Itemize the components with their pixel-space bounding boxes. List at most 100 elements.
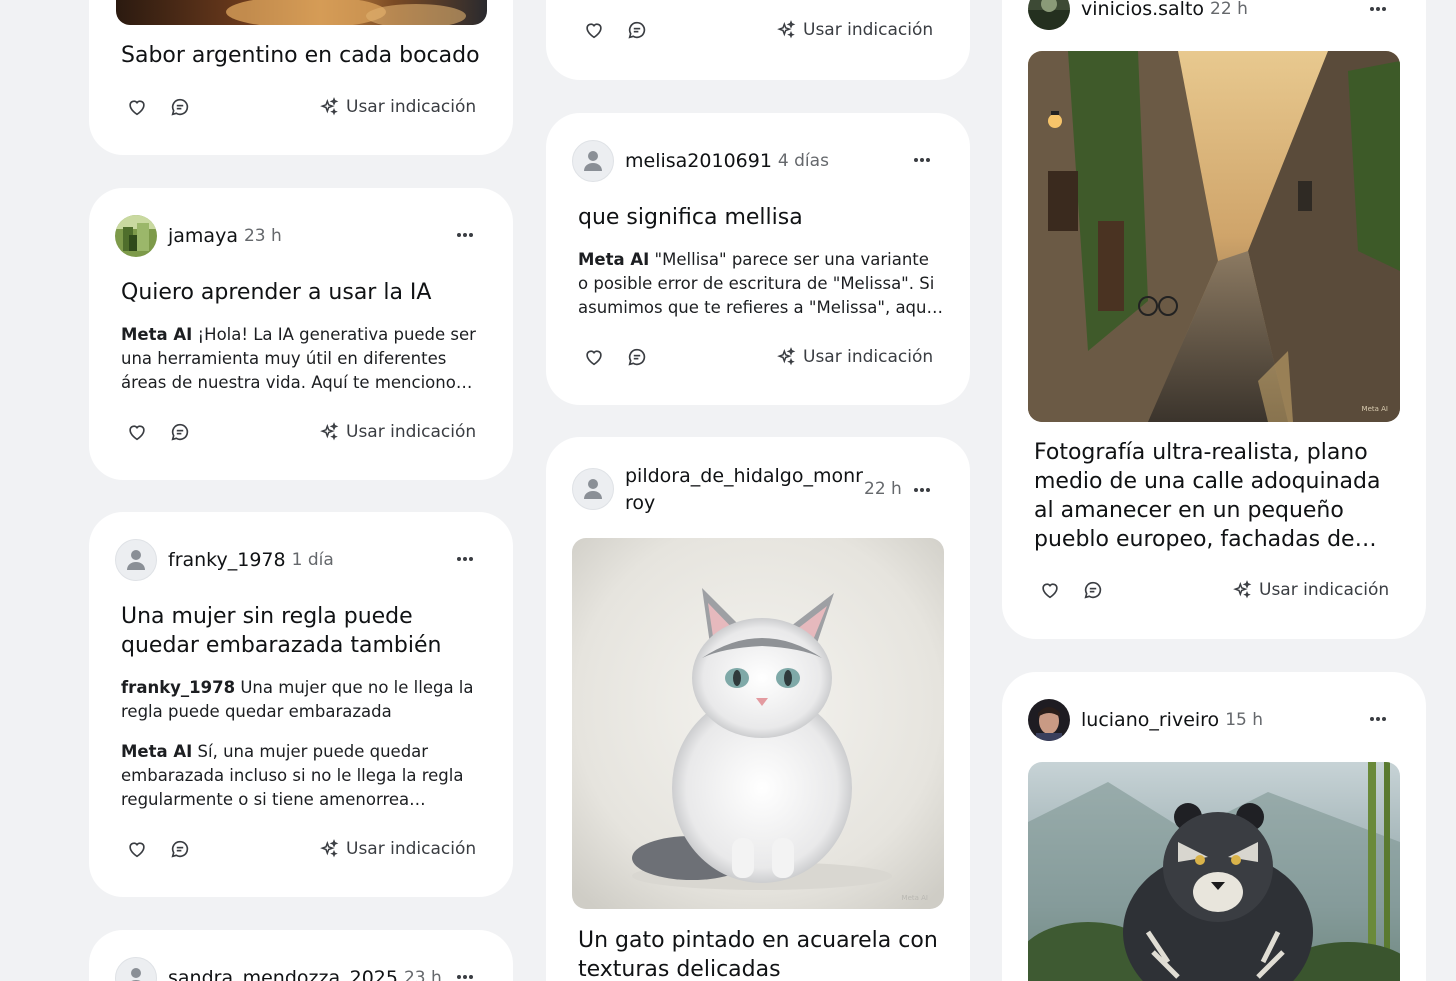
avatar[interactable] bbox=[572, 140, 614, 182]
post-title: Quiero aprender a usar la IA bbox=[121, 280, 432, 305]
comment-icon bbox=[171, 98, 189, 116]
post-actions: Usar indicación bbox=[1038, 575, 1389, 605]
like-button[interactable] bbox=[125, 420, 149, 444]
post-card[interactable]: Usar indicación bbox=[546, 0, 970, 80]
comment-button[interactable] bbox=[168, 95, 192, 119]
more-options-button[interactable] bbox=[452, 225, 478, 245]
comment-button[interactable] bbox=[168, 837, 192, 861]
post-time: 22 h bbox=[864, 479, 902, 499]
user-icon bbox=[584, 479, 602, 499]
use-prompt-button[interactable]: Usar indicación bbox=[1232, 575, 1389, 605]
like-button[interactable] bbox=[125, 95, 149, 119]
username[interactable]: pildora_de_hidalgo_monr roy bbox=[625, 463, 863, 517]
heart-icon bbox=[586, 23, 602, 39]
user-icon bbox=[584, 151, 602, 171]
ai-name: Meta AI bbox=[121, 742, 193, 761]
sparkle-icon bbox=[320, 97, 339, 116]
use-prompt-label: Usar indicación bbox=[346, 422, 477, 442]
use-prompt-button[interactable]: Usar indicación bbox=[319, 92, 476, 122]
post-header: sandra_mendozza_2025 23 h bbox=[115, 956, 442, 981]
comment-button[interactable] bbox=[625, 345, 649, 369]
comment-icon bbox=[1084, 581, 1102, 599]
post-time: 15 h bbox=[1225, 710, 1263, 730]
post-title: Una mujer sin regla puede quedar embaraz… bbox=[121, 604, 442, 658]
use-prompt-label: Usar indicación bbox=[803, 20, 934, 40]
post-card[interactable]: franky_1978 1 día Una mujer sin regla pu… bbox=[89, 512, 513, 897]
use-prompt-button[interactable]: Usar indicación bbox=[319, 834, 476, 864]
heart-icon bbox=[129, 425, 145, 441]
post-title: Un gato pintado en acuarela con texturas… bbox=[578, 928, 938, 981]
post-actions: Usar indicación bbox=[582, 15, 933, 45]
sparkle-icon bbox=[777, 347, 796, 366]
username[interactable]: vinicios.salto bbox=[1081, 0, 1204, 20]
post-image[interactable]: Meta AI bbox=[572, 538, 944, 909]
post-actions: Usar indicación bbox=[125, 92, 476, 122]
more-options-button[interactable] bbox=[452, 967, 478, 981]
user-prompt: franky_1978 Una mujer que no le llega la… bbox=[121, 676, 486, 724]
post-card[interactable]: jamaya 23 h Quiero aprender a usar la IA… bbox=[89, 188, 513, 480]
post-card[interactable]: melisa2010691 4 días que significa melli… bbox=[546, 113, 970, 405]
post-actions: Usar indicación bbox=[582, 342, 933, 372]
more-options-button[interactable] bbox=[1365, 0, 1391, 19]
like-button[interactable] bbox=[125, 837, 149, 861]
watermark: Meta AI bbox=[1362, 405, 1388, 413]
post-title: Fotografía ultra-realista, plano medio d… bbox=[1034, 440, 1381, 552]
user-icon bbox=[127, 550, 145, 570]
post-title: Sabor argentino en cada bocado bbox=[121, 43, 480, 68]
post-image[interactable] bbox=[116, 0, 487, 25]
avatar[interactable] bbox=[115, 215, 157, 257]
ai-response: Meta AI "Mellisa" parece ser una variant… bbox=[578, 248, 943, 320]
post-time: 23 h bbox=[243, 226, 282, 246]
sparkle-icon bbox=[320, 839, 339, 858]
avatar[interactable] bbox=[1028, 0, 1070, 30]
post-time: 1 día bbox=[291, 550, 334, 570]
post-time: 23 h bbox=[403, 968, 442, 981]
ai-name: Meta AI bbox=[121, 325, 193, 344]
like-button[interactable] bbox=[582, 345, 606, 369]
post-card[interactable]: pildora_de_hidalgo_monr roy 22 h Meta AI… bbox=[546, 437, 970, 981]
ai-response: Meta AI ¡Hola! La IA generativa puede se… bbox=[121, 323, 486, 395]
comment-icon bbox=[628, 21, 646, 39]
post-card[interactable]: Sabor argentino en cada bocado Usar indi… bbox=[89, 0, 513, 155]
like-button[interactable] bbox=[1038, 578, 1062, 602]
comment-icon bbox=[171, 423, 189, 441]
use-prompt-label: Usar indicación bbox=[803, 347, 934, 367]
post-image[interactable] bbox=[1028, 762, 1400, 981]
post-time: 4 días bbox=[777, 151, 829, 171]
more-options-button[interactable] bbox=[452, 549, 478, 569]
sparkle-icon bbox=[320, 422, 339, 441]
username[interactable]: jamaya bbox=[168, 225, 238, 247]
avatar[interactable] bbox=[1028, 699, 1070, 741]
post-header: vinicios.salto 22 h bbox=[1028, 0, 1248, 31]
user-icon bbox=[131, 968, 141, 981]
post-image[interactable]: Meta AI bbox=[1028, 51, 1400, 422]
username[interactable]: franky_1978 bbox=[168, 549, 286, 571]
more-options-button[interactable] bbox=[909, 150, 935, 170]
username[interactable]: luciano_riveiro bbox=[1081, 709, 1219, 731]
like-button[interactable] bbox=[582, 18, 606, 42]
post-header: franky_1978 1 día bbox=[115, 538, 334, 582]
use-prompt-label: Usar indicación bbox=[346, 97, 477, 117]
post-card[interactable]: luciano_riveiro 15 h bbox=[1002, 672, 1426, 981]
avatar[interactable] bbox=[115, 957, 157, 981]
username[interactable]: melisa2010691 bbox=[625, 150, 772, 172]
username[interactable]: sandra_mendozza_2025 bbox=[168, 967, 398, 981]
heart-icon bbox=[586, 350, 602, 366]
comment-button[interactable] bbox=[625, 18, 649, 42]
post-time: 22 h bbox=[1210, 0, 1248, 19]
username-line: roy bbox=[625, 492, 656, 514]
comment-button[interactable] bbox=[168, 420, 192, 444]
post-card[interactable]: vinicios.salto 22 h Meta AI Fotografía u… bbox=[1002, 0, 1426, 639]
avatar[interactable] bbox=[572, 468, 614, 510]
more-options-button[interactable] bbox=[909, 480, 935, 500]
comment-button[interactable] bbox=[1081, 578, 1105, 602]
avatar[interactable] bbox=[115, 539, 157, 581]
use-prompt-button[interactable]: Usar indicación bbox=[776, 15, 933, 45]
heart-icon bbox=[1042, 583, 1058, 599]
post-card[interactable]: sandra_mendozza_2025 23 h bbox=[89, 930, 513, 981]
use-prompt-button[interactable]: Usar indicación bbox=[776, 342, 933, 372]
heart-icon bbox=[129, 842, 145, 858]
post-header: melisa2010691 4 días bbox=[572, 139, 829, 183]
use-prompt-button[interactable]: Usar indicación bbox=[319, 417, 476, 447]
more-options-button[interactable] bbox=[1365, 709, 1391, 729]
